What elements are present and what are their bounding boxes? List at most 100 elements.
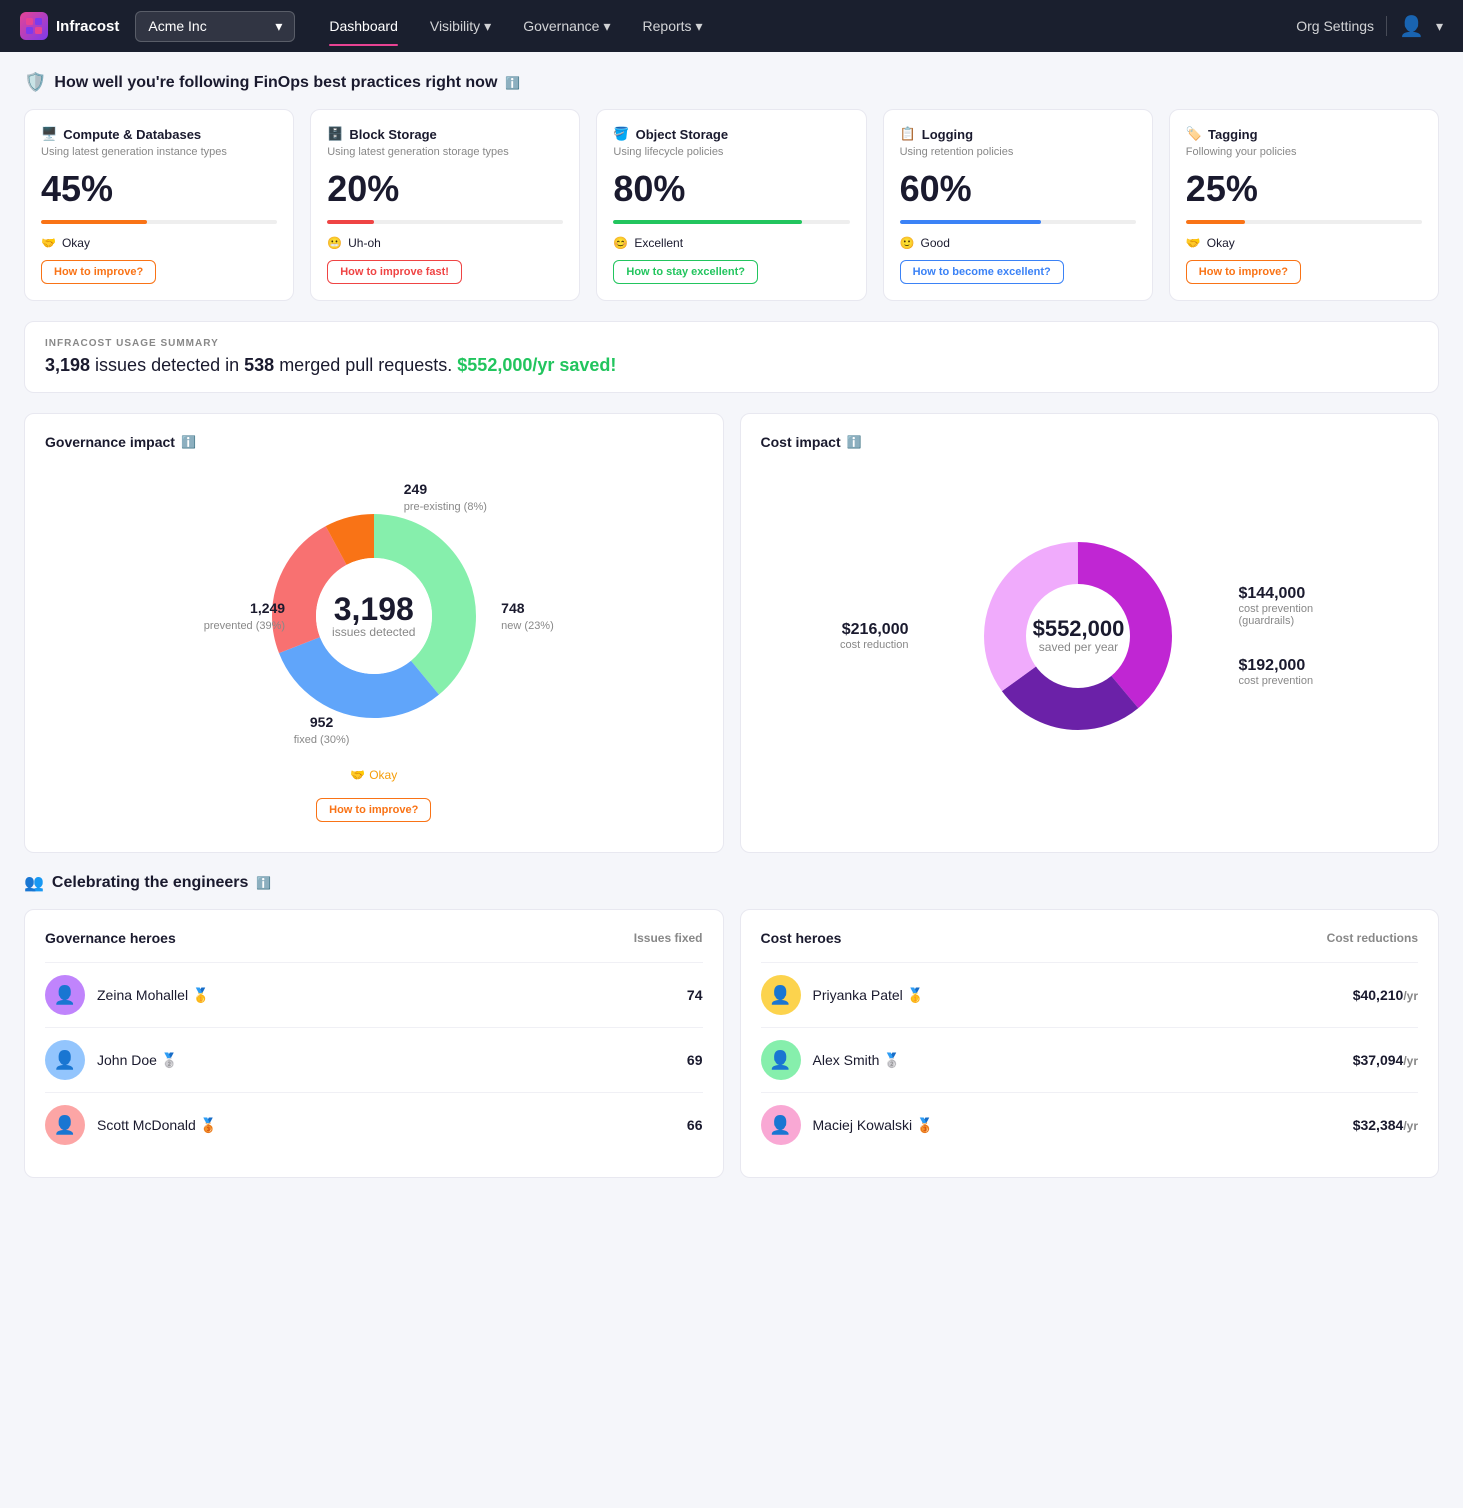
governance-heroes-header: Governance heroes Issues fixed: [45, 930, 703, 946]
card-icon-4: 🏷️: [1186, 126, 1202, 142]
governance-hero-row-1: 👤 John Doe 🥈 69: [45, 1027, 703, 1092]
summary-text: 3,198 issues detected in 538 merged pull…: [45, 355, 1418, 376]
celebrating-info-icon[interactable]: ℹ️: [256, 876, 271, 890]
governance-impact-title: Governance impact ℹ️: [45, 434, 703, 450]
summary-saved: $552,000: [457, 355, 532, 375]
cost-chart-wrap: $216,000 cost reduction: [761, 466, 1419, 806]
summary-prs: 538: [244, 355, 274, 375]
card-status-1: 😬 Uh-oh: [327, 236, 563, 250]
nav-right: Org Settings 👤 ▾: [1296, 14, 1443, 39]
cost-hero-name-1: Alex Smith 🥈: [813, 1052, 1341, 1069]
label-preexisting: 249 pre-existing (8%): [404, 481, 487, 513]
status-text-2: Excellent: [634, 236, 683, 250]
card-btn-1[interactable]: How to improve fast!: [327, 260, 462, 284]
card-progress-bar-1: [327, 220, 563, 224]
org-selector[interactable]: Acme Inc ▾: [135, 11, 295, 42]
card-btn-3[interactable]: How to become excellent?: [900, 260, 1064, 284]
governance-heroes-card: Governance heroes Issues fixed 👤 Zeina M…: [24, 909, 724, 1178]
card-subtitle-1: Using latest generation storage types: [327, 146, 563, 158]
card-percent-1: 20%: [327, 168, 563, 210]
best-practices-info-icon[interactable]: ℹ️: [505, 76, 520, 90]
cost-label-right: $144,000 cost prevention (guardrails) $1…: [1238, 585, 1338, 687]
summary-label: INFRACOST USAGE SUMMARY: [45, 338, 1418, 349]
nav-links: Dashboard Visibility ▾ Governance ▾ Repo…: [315, 10, 1288, 43]
cost-heroes-header: Cost heroes Cost reductions: [761, 930, 1419, 946]
governance-hero-name-1: John Doe 🥈: [97, 1052, 675, 1069]
card-progress-bar-0: [41, 220, 277, 224]
card-icon-0: 🖥️: [41, 126, 57, 142]
governance-improve-button[interactable]: How to improve?: [316, 798, 431, 822]
status-emoji: 🤝: [350, 768, 365, 782]
logo-icon: [20, 12, 48, 40]
governance-hero-value-2: 66: [687, 1117, 703, 1133]
governance-hero-value-0: 74: [687, 987, 703, 1003]
status-text-4: Okay: [1207, 236, 1235, 250]
governance-hero-avatar-1: 👤: [45, 1040, 85, 1080]
card-btn-2[interactable]: How to stay excellent?: [613, 260, 758, 284]
status-text: Okay: [369, 768, 397, 782]
cost-hero-avatar-1: 👤: [761, 1040, 801, 1080]
org-name: Acme Inc: [148, 18, 206, 34]
card-icon-2: 🪣: [613, 126, 629, 142]
label-new: 748 new (23%): [501, 600, 554, 632]
best-practices-header: 🛡️ How well you're following FinOps best…: [24, 72, 1439, 93]
summary-saved-suffix: /yr saved!: [532, 355, 616, 375]
nav-link-reports[interactable]: Reports ▾: [629, 10, 717, 43]
org-settings-link[interactable]: Org Settings: [1296, 18, 1374, 34]
cost-donut-svg: [968, 526, 1188, 746]
user-dropdown-arrow: ▾: [1436, 18, 1443, 35]
governance-heroes-title: Governance heroes: [45, 930, 176, 946]
card-subtitle-4: Following your policies: [1186, 146, 1422, 158]
status-text-1: Uh-oh: [348, 236, 381, 250]
status-emoji-3: 🙂: [900, 236, 915, 250]
logo: Infracost: [20, 12, 119, 40]
card-title-0: 🖥️ Compute & Databases: [41, 126, 277, 142]
celebrating-title: Celebrating the engineers: [52, 874, 249, 892]
cost-impact-card: Cost impact ℹ️ $216,000 cost reduction: [740, 413, 1440, 853]
heroes-row: Governance heroes Issues fixed 👤 Zeina M…: [24, 909, 1439, 1178]
governance-donut-area: 3,198 issues detected 249 pre-existing (…: [214, 476, 534, 756]
card-status-3: 🙂 Good: [900, 236, 1136, 250]
nav-link-dashboard[interactable]: Dashboard: [315, 10, 412, 42]
card-percent-4: 25%: [1186, 168, 1422, 210]
card-btn-4[interactable]: How to improve?: [1186, 260, 1301, 284]
practice-card-2: 🪣 Object Storage Using lifecycle policie…: [596, 109, 866, 301]
governance-hero-name-0: Zeina Mohallel 🥇: [97, 987, 675, 1004]
governance-impact-card: Governance impact ℹ️: [24, 413, 724, 853]
card-status-4: 🤝 Okay: [1186, 236, 1422, 250]
cost-hero-avatar-0: 👤: [761, 975, 801, 1015]
card-percent-2: 80%: [613, 168, 849, 210]
card-title-4: 🏷️ Tagging: [1186, 126, 1422, 142]
governance-hero-row-2: 👤 Scott McDonald 🥉 66: [45, 1092, 703, 1157]
card-progress-fill-2: [613, 220, 802, 224]
card-status-2: 😊 Excellent: [613, 236, 849, 250]
cost-info-icon[interactable]: ℹ️: [847, 435, 862, 449]
governance-chart-wrap: 3,198 issues detected 249 pre-existing (…: [45, 466, 703, 832]
nav-link-visibility[interactable]: Visibility ▾: [416, 10, 505, 43]
governance-footer: 🤝 Okay How to improve?: [316, 768, 431, 822]
card-title-1: 🗄️ Block Storage: [327, 126, 563, 142]
governance-hero-avatar-0: 👤: [45, 975, 85, 1015]
summary-banner: INFRACOST USAGE SUMMARY 3,198 issues det…: [24, 321, 1439, 393]
celebrating-icon: 👥: [24, 873, 44, 893]
practice-card-4: 🏷️ Tagging Following your policies 25% 🤝…: [1169, 109, 1439, 301]
user-icon[interactable]: 👤: [1399, 14, 1424, 39]
label-fixed: 952 fixed (30%): [294, 714, 350, 746]
cost-hero-value-0: $40,210/yr: [1353, 987, 1418, 1003]
nav-divider: [1386, 16, 1387, 36]
governance-heroes-list: 👤 Zeina Mohallel 🥇 74 👤 John Doe 🥈 69 👤 …: [45, 962, 703, 1157]
org-dropdown-arrow: ▾: [275, 18, 282, 35]
card-subtitle-3: Using retention policies: [900, 146, 1136, 158]
card-progress-bar-2: [613, 220, 849, 224]
logo-text: Infracost: [56, 18, 119, 35]
status-emoji-1: 😬: [327, 236, 342, 250]
cost-hero-name-2: Maciej Kowalski 🥉: [813, 1117, 1341, 1134]
card-btn-0[interactable]: How to improve?: [41, 260, 156, 284]
status-text-0: Okay: [62, 236, 90, 250]
governance-info-icon[interactable]: ℹ️: [181, 435, 196, 449]
cost-hero-avatar-2: 👤: [761, 1105, 801, 1145]
nav-link-governance[interactable]: Governance ▾: [509, 10, 624, 43]
card-progress-fill-3: [900, 220, 1042, 224]
governance-hero-row-0: 👤 Zeina Mohallel 🥇 74: [45, 962, 703, 1027]
chevron-down-icon-gov: ▾: [603, 18, 610, 35]
